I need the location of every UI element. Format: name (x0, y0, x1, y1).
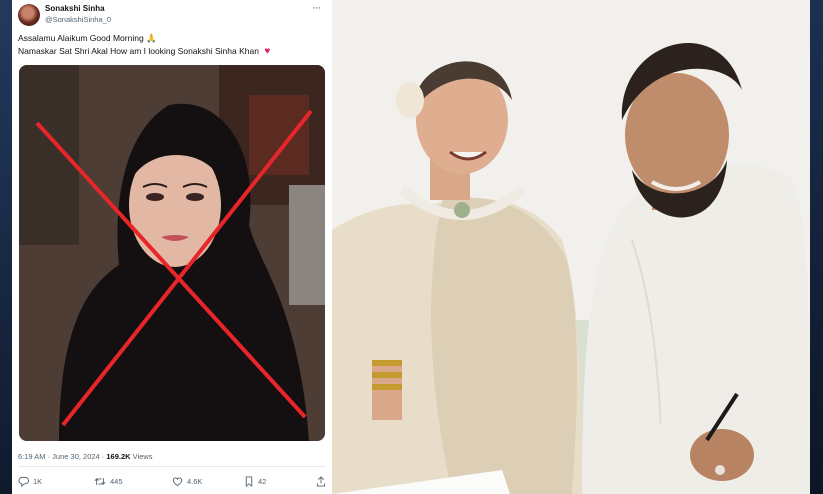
background-left-edge (0, 0, 12, 494)
crossed-out-hijab-portrait (19, 65, 325, 441)
like-count: 4.6K (187, 477, 203, 486)
tweet-text-line-2-text: Namaskar Sat Shri Akal How am I looking … (18, 46, 259, 56)
tweet-media-image[interactable] (19, 65, 325, 441)
retweet-icon (94, 478, 106, 485)
reply-count: 1K (33, 477, 43, 486)
tweet-card: Sonakshi Sinha @SonakshiSinha_0 ··· Assa… (12, 0, 332, 494)
share-icon (316, 476, 326, 487)
retweet-count: 445 (110, 477, 123, 486)
tweet-text-line-1: Assalamu Alaikum Good Morning 🙏 (18, 33, 157, 44)
bookmark-icon (245, 476, 253, 487)
red-heart-emoji-icon: ♥ (264, 46, 271, 57)
tweet-timestamp[interactable]: 6:19 AM · June 30, 2024 · (18, 452, 106, 461)
bookmark-button[interactable]: 42 (244, 476, 266, 487)
tweet-text-line-2: Namaskar Sat Shri Akal How am I looking … (18, 46, 270, 57)
retweet-button[interactable]: 445 (94, 476, 123, 487)
more-horizontal-icon[interactable]: ··· (312, 2, 321, 14)
bookmark-count: 42 (258, 477, 267, 486)
handle[interactable]: @SonakshiSinha_0 (45, 15, 111, 24)
tweet-text-line-1-text: Assalamu Alaikum Good Morning (18, 33, 144, 43)
share-button[interactable] (316, 476, 330, 487)
background-right-edge (810, 0, 823, 494)
reply-icon (18, 476, 29, 487)
folded-hands-emoji-icon: 🙏 (146, 33, 157, 43)
like-button[interactable]: 4.6K (172, 476, 202, 487)
heart-icon (172, 477, 183, 487)
tweet-actions-bar: 1K 445 4.6K 42 (18, 476, 326, 490)
couple-signing-photo (332, 0, 810, 494)
wedding-photo (332, 0, 810, 494)
views-count: 169.2K (106, 452, 131, 461)
divider (18, 466, 326, 467)
reply-button[interactable]: 1K (18, 476, 42, 487)
avatar[interactable] (18, 4, 40, 26)
views-label: Views (130, 452, 153, 461)
tweet-meta: 6:19 AM · June 30, 2024 · 169.2K Views (18, 452, 153, 461)
display-name[interactable]: Sonakshi Sinha (45, 4, 105, 13)
